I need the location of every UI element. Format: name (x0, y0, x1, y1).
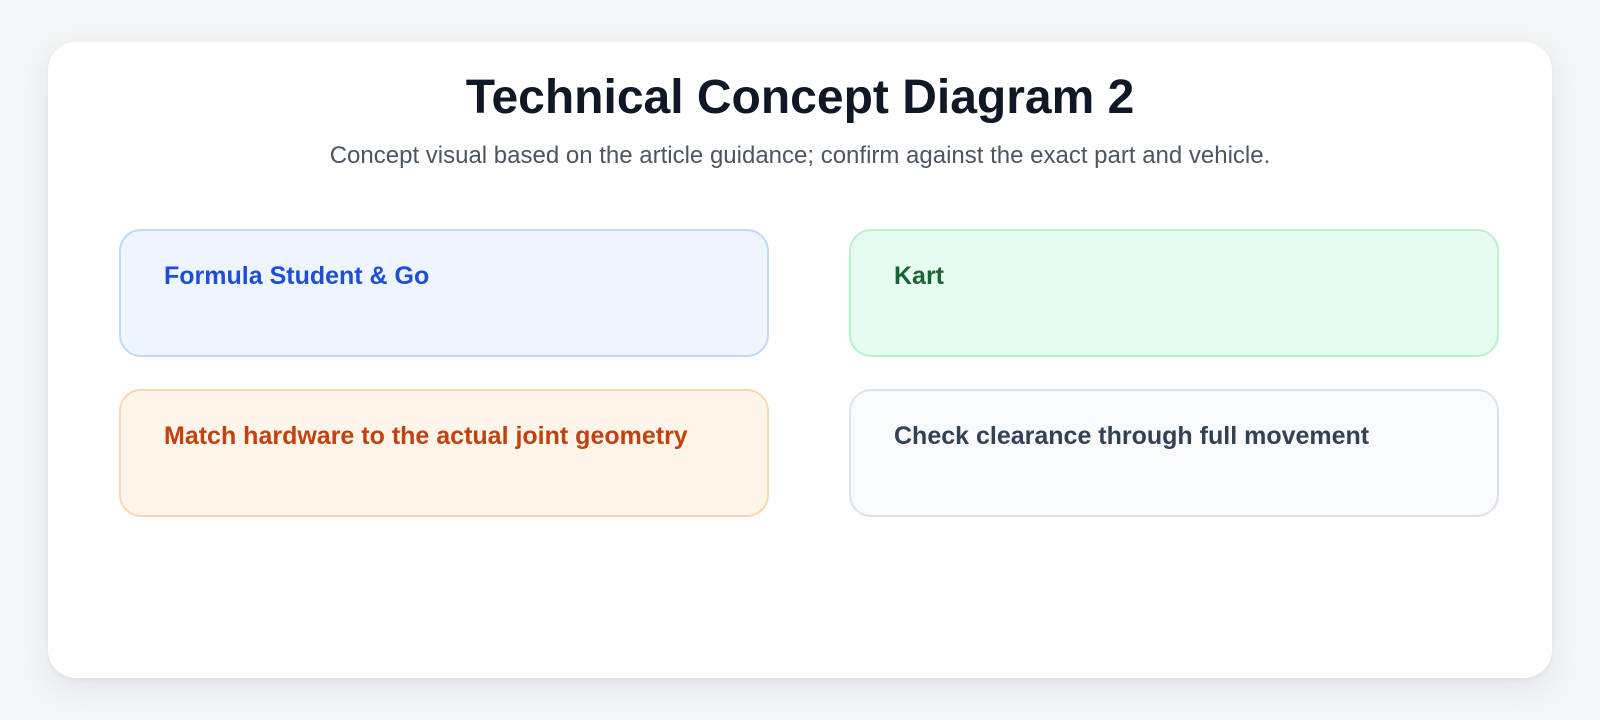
concept-box-formula-student: Formula Student & Go (119, 229, 769, 357)
concept-box-label: Formula Student & Go (164, 262, 430, 290)
concept-box-check-clearance: Check clearance through full movement (849, 389, 1499, 517)
concept-box-kart: Kart (849, 229, 1499, 357)
concept-box-match-hardware: Match hardware to the actual joint geome… (119, 389, 769, 517)
concept-box-label: Check clearance through full movement (894, 422, 1370, 450)
diagram-card: Technical Concept Diagram 2 Concept visu… (48, 42, 1552, 678)
diagram-title: Technical Concept Diagram 2 (465, 71, 1135, 124)
diagram-subtitle: Concept visual based on the article guid… (329, 142, 1271, 169)
concept-box-label: Match hardware to the actual joint geome… (164, 422, 688, 450)
concept-box-label: Kart (894, 262, 945, 290)
